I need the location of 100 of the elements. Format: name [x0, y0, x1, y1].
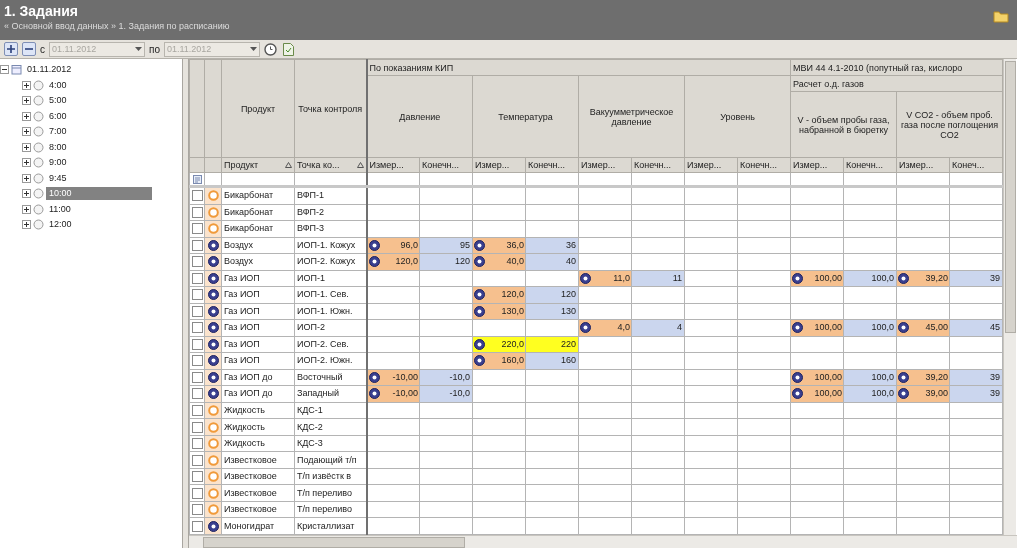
column-group-header[interactable]: Давление — [366, 75, 473, 158]
measured-value: 100,00 — [814, 370, 842, 384]
column-header[interactable]: Продукт — [221, 59, 295, 158]
badge-icon — [474, 239, 485, 251]
table-cell: Жидкость — [221, 418, 295, 436]
node-circle-icon — [33, 110, 44, 122]
expand-icon[interactable] — [22, 173, 31, 183]
badge-icon — [474, 289, 485, 301]
row-checkbox[interactable] — [192, 256, 203, 268]
column-group-header[interactable]: V - объем пробы газа, набранной в бюретку — [790, 91, 897, 158]
row-checkbox[interactable] — [192, 520, 203, 532]
table-cell: Бикарбонат — [221, 204, 295, 221]
row-checkbox[interactable] — [192, 405, 203, 416]
column-group-header[interactable]: Температура — [472, 75, 579, 158]
folder-icon[interactable] — [993, 10, 1009, 23]
table-cell: Жидкость — [221, 435, 295, 452]
badge-icon — [792, 388, 803, 400]
measured-value: 120,0 — [501, 288, 524, 302]
date-value: 01.11.2012 — [52, 44, 97, 54]
tree-item[interactable]: 4:00 — [46, 78, 70, 92]
tree-item[interactable]: 11:00 — [46, 202, 74, 216]
row-checkbox[interactable] — [192, 206, 203, 218]
expand-icon[interactable] — [22, 158, 31, 168]
row-checkbox[interactable] — [192, 305, 203, 317]
row-checkbox[interactable] — [192, 487, 203, 499]
tree-item[interactable]: 01.11.2012 — [24, 63, 75, 77]
tree-item[interactable]: 7:00 — [46, 125, 70, 139]
badge-icon — [792, 272, 803, 284]
column-group-header[interactable]: V CO2 - объем проб. газа после поглощения CO2 — [896, 91, 1003, 158]
caret-icon — [135, 47, 142, 51]
column-header[interactable]: Точка контроля — [294, 59, 367, 158]
badge-icon — [474, 305, 485, 317]
collapse-all-button[interactable] — [22, 42, 36, 56]
collapse-icon[interactable] — [0, 65, 9, 75]
row-checkbox[interactable] — [192, 371, 203, 383]
tree-item[interactable]: 6:00 — [46, 109, 70, 123]
row-checkbox[interactable] — [192, 190, 203, 202]
row-checkbox[interactable] — [192, 421, 203, 433]
expand-icon[interactable] — [22, 80, 31, 90]
badge-icon — [368, 388, 380, 400]
tree-item[interactable]: 12:00 — [46, 218, 75, 232]
expand-icon[interactable] — [22, 189, 31, 199]
badge-icon — [368, 239, 380, 251]
badge-icon — [898, 388, 909, 400]
table-cell: Известковое — [221, 468, 295, 485]
row-checkbox[interactable] — [192, 223, 203, 235]
table-cell: Газ ИОП — [221, 303, 295, 320]
expand-icon[interactable] — [22, 127, 31, 137]
row-checkbox[interactable] — [192, 504, 203, 516]
table-cell: Воздух — [221, 237, 295, 254]
minus-icon — [25, 45, 33, 53]
horizontal-scrollbar[interactable] — [189, 535, 1017, 548]
expand-icon[interactable] — [22, 220, 31, 230]
row-checkbox[interactable] — [192, 471, 203, 483]
node-circle-icon — [33, 203, 44, 215]
expand-icon[interactable] — [22, 111, 31, 121]
node-circle-icon — [33, 141, 44, 153]
row-checkbox[interactable] — [192, 438, 203, 449]
row-checkbox[interactable] — [192, 289, 203, 301]
measured-value: 96,0 — [400, 238, 418, 252]
column-group-header[interactable]: Вакуумметрическое давление — [578, 75, 685, 158]
date-label: по — [149, 43, 160, 55]
row-checkbox[interactable] — [192, 239, 203, 251]
section-header: МВИ 44 4.1-2010 (попутный газ, кислоро — [790, 59, 1003, 76]
tree-item[interactable]: 5:00 — [46, 94, 70, 108]
page-title: 1. Задания — [4, 3, 80, 20]
document-icon — [283, 42, 295, 56]
table-cell: Газ ИОП — [221, 336, 295, 353]
tree-item[interactable]: 10:00 — [46, 187, 152, 201]
row-checkbox[interactable] — [192, 272, 203, 284]
row-checkbox[interactable] — [192, 454, 203, 466]
filter-icon[interactable] — [192, 174, 202, 184]
table-cell: Бикарбонат — [221, 186, 295, 205]
export-button[interactable] — [282, 42, 296, 56]
expand-icon[interactable] — [22, 96, 31, 106]
tree-item[interactable]: 8:00 — [46, 140, 70, 154]
row-checkbox[interactable] — [192, 355, 203, 367]
date-value: 01.11.2012 — [167, 44, 212, 54]
expand-icon[interactable] — [22, 142, 31, 152]
measured-value: 130,0 — [501, 304, 524, 318]
expand-icon[interactable] — [22, 204, 31, 214]
node-circle-icon — [33, 188, 44, 200]
row-checkbox[interactable] — [192, 338, 203, 350]
badge-icon — [474, 256, 485, 268]
row-checkbox[interactable] — [192, 388, 203, 400]
tree-item[interactable]: 9:45 — [46, 171, 70, 185]
node-circle-icon — [33, 157, 44, 169]
tree-item[interactable]: 9:00 — [46, 156, 70, 170]
column-group-header[interactable]: Уровень — [684, 75, 791, 158]
row-checkbox[interactable] — [192, 322, 203, 334]
calendar-icon — [11, 64, 22, 76]
badge-icon — [368, 256, 380, 268]
badge-icon — [580, 322, 591, 334]
measured-value: -10,00 — [392, 370, 418, 384]
expand-all-button[interactable] — [4, 42, 18, 56]
refresh-button[interactable] — [264, 42, 278, 56]
vertical-scrollbar[interactable] — [1003, 59, 1016, 535]
table-cell: Газ ИОП до — [221, 369, 295, 386]
measured-value: 11,0 — [613, 271, 630, 285]
measured-value: 39,00 — [925, 387, 948, 401]
